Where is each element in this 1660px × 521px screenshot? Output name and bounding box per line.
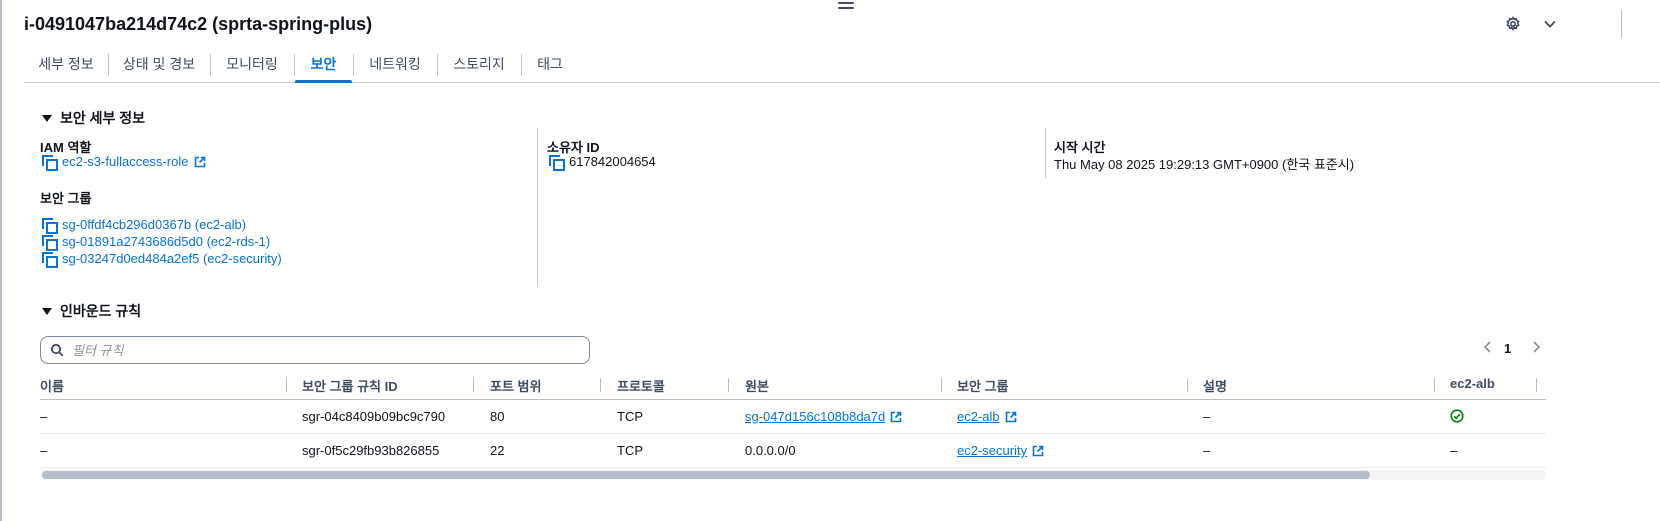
- cell-source: sg-047d156c108b8da7d: [745, 409, 902, 424]
- security-group-link[interactable]: ec2-security: [957, 443, 1027, 458]
- column-header-ec2-alb[interactable]: ec2-alb: [1450, 376, 1495, 391]
- table-header-divider: [40, 399, 1546, 400]
- tab-security[interactable]: 보안: [295, 46, 352, 83]
- next-page-icon[interactable]: [1530, 340, 1542, 354]
- owner-id-text: 617842004654: [569, 154, 656, 169]
- tab-monitoring[interactable]: 모니터링: [211, 46, 293, 82]
- security-group-item: sg-03247d0ed484a2ef5 (ec2-security): [42, 251, 282, 268]
- tab-storage[interactable]: 스토리지: [438, 46, 520, 82]
- copy-icon[interactable]: [42, 154, 58, 171]
- caret-down-icon: [42, 307, 52, 315]
- column-header-source[interactable]: 원본: [745, 376, 769, 395]
- security-group-link[interactable]: sg-01891a2743686d5d0 (ec2-rds-1): [62, 234, 270, 249]
- security-group-link[interactable]: ec2-alb: [957, 409, 1000, 424]
- tab-status-alarms[interactable]: 상태 및 경보: [109, 46, 209, 82]
- column-resizer[interactable]: [941, 378, 942, 392]
- inbound-rules-header[interactable]: 인바운드 규칙: [42, 301, 141, 321]
- security-details-title: 보안 세부 정보: [60, 110, 146, 126]
- cell-description: –: [1203, 409, 1211, 424]
- panel-resize-handle-icon[interactable]: [838, 0, 854, 10]
- previous-page-icon[interactable]: [1482, 340, 1494, 354]
- launch-time-value: Thu May 08 2025 19:29:13 GMT+0900 (한국 표준…: [1054, 157, 1355, 172]
- column-resizer[interactable]: [1187, 378, 1188, 392]
- copy-icon[interactable]: [42, 234, 58, 251]
- cell-security-group: ec2-security: [957, 443, 1044, 458]
- page-number[interactable]: 1: [1504, 341, 1511, 356]
- filter-rules-search: [40, 336, 590, 364]
- source-link[interactable]: sg-047d156c108b8da7d: [745, 409, 885, 424]
- external-link-icon: [890, 411, 902, 422]
- scrollbar-thumb[interactable]: [42, 471, 1370, 479]
- chevron-down-icon[interactable]: [1538, 12, 1562, 36]
- detail-tabs: 세부 정보 상태 및 경보 모니터링 보안 네트워킹 스토리지 태그: [24, 46, 1660, 83]
- security-details-header[interactable]: 보안 세부 정보: [42, 108, 145, 128]
- column-header-description[interactable]: 설명: [1203, 376, 1227, 395]
- cell-name: –: [40, 443, 48, 458]
- security-group-item: sg-01891a2743686d5d0 (ec2-rds-1): [42, 234, 270, 251]
- cell-name: –: [40, 409, 48, 424]
- column-header-security-group[interactable]: 보안 그룹: [957, 376, 1008, 395]
- security-group-item: sg-0ffdf4cb296d0367b (ec2-alb): [42, 217, 246, 234]
- column-resizer[interactable]: [473, 378, 474, 392]
- copy-icon[interactable]: [42, 217, 58, 234]
- security-group-link[interactable]: sg-0ffdf4cb296d0367b (ec2-alb): [62, 217, 246, 232]
- filter-rules-input[interactable]: [70, 341, 574, 359]
- cell-port-range: 80: [490, 409, 505, 424]
- column-header-rule-id[interactable]: 보안 그룹 규칙 ID: [302, 376, 398, 395]
- cell-security-group: ec2-alb: [957, 409, 1017, 424]
- iam-role-value: ec2-s3-fullaccess-role: [42, 154, 206, 171]
- header-divider: [1621, 10, 1622, 38]
- cell-rule-id: sgr-04c8409b09bc9c790: [302, 409, 446, 424]
- cell-rule-id: sgr-0f5c29fb93b826855: [302, 443, 440, 458]
- column-resizer[interactable]: [1434, 378, 1435, 392]
- external-link-icon: [1005, 411, 1016, 422]
- split-panel-border: [0, 0, 2, 521]
- row-divider: [40, 467, 1546, 468]
- iam-role-link[interactable]: ec2-s3-fullaccess-role: [62, 154, 188, 169]
- gear-icon[interactable]: [1501, 12, 1525, 36]
- instance-title: i-0491047ba214d74c2 (sprta-spring-plus): [24, 14, 373, 34]
- column-divider: [537, 128, 538, 286]
- cell-protocol: TCP: [617, 443, 643, 458]
- column-resizer[interactable]: [728, 378, 729, 392]
- column-header-port-range[interactable]: 포트 범위: [490, 376, 541, 395]
- copy-icon[interactable]: [549, 154, 565, 171]
- cell-ec2-alb: [1450, 409, 1464, 423]
- cell-description: –: [1203, 443, 1211, 458]
- search-icon: [50, 343, 64, 357]
- column-resizer[interactable]: [286, 378, 287, 392]
- security-group-link[interactable]: sg-03247d0ed484a2ef5 (ec2-security): [62, 251, 282, 266]
- external-link-icon: [1032, 445, 1044, 456]
- cell-ec2-alb: –: [1450, 443, 1458, 458]
- column-divider: [1045, 128, 1046, 178]
- tab-networking[interactable]: 네트워킹: [354, 46, 436, 82]
- external-link-icon: [195, 156, 206, 167]
- column-resizer[interactable]: [1536, 378, 1537, 392]
- copy-icon[interactable]: [42, 251, 58, 268]
- owner-id-value: 617842004654: [549, 154, 656, 171]
- inbound-rules-title: 인바운드 규칙: [60, 303, 142, 319]
- cell-port-range: 22: [490, 443, 505, 458]
- caret-down-icon: [42, 114, 52, 122]
- tab-details[interactable]: 세부 정보: [24, 46, 108, 82]
- cell-protocol: TCP: [617, 409, 643, 424]
- tab-tags[interactable]: 태그: [522, 46, 578, 82]
- security-groups-label: 보안 그룹: [40, 191, 92, 206]
- check-circle-icon: [1450, 409, 1464, 423]
- column-resizer[interactable]: [600, 378, 601, 392]
- column-header-name[interactable]: 이름: [40, 376, 64, 395]
- column-header-protocol[interactable]: 프로토콜: [617, 376, 665, 395]
- cell-source: 0.0.0.0/0: [745, 443, 796, 458]
- row-divider: [40, 433, 1546, 434]
